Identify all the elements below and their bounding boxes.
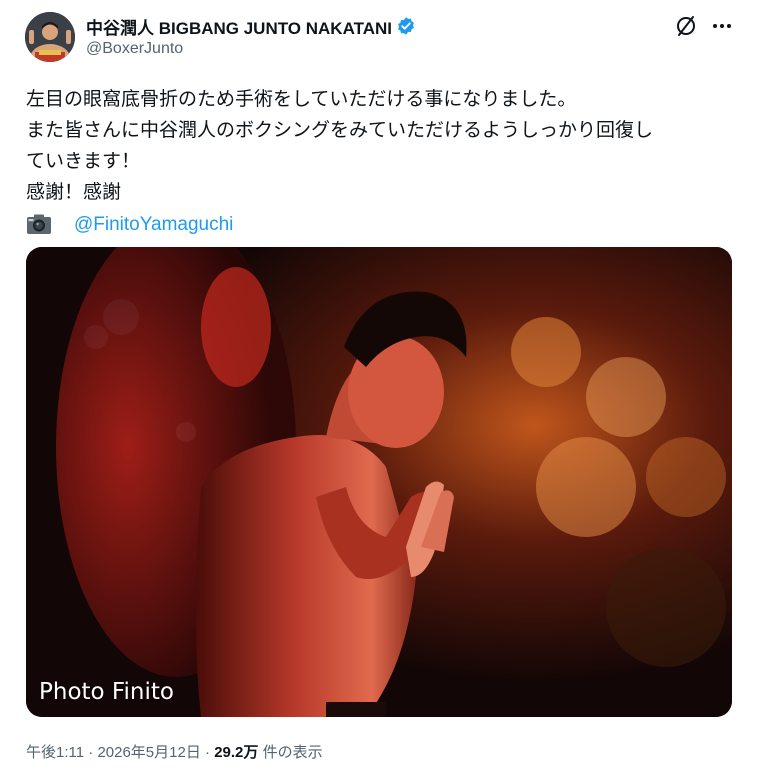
mention-link[interactable]: @FinitoYamaguchi	[74, 209, 233, 240]
tweet-line: 左目の眼窩底骨折のため手術をしていただける事になりました。	[26, 89, 577, 110]
author-name-row[interactable]: 中谷潤人 BIGBANG JUNTO NAKATANI	[86, 14, 416, 38]
author-display-name[interactable]: 中谷潤人 BIGBANG JUNTO NAKATANI	[86, 14, 392, 39]
views-label: 件の表示	[262, 744, 323, 761]
more-options-icon[interactable]	[710, 14, 734, 38]
tweet-line: 感謝！感謝	[26, 182, 122, 203]
verified-badge-icon	[396, 16, 416, 36]
tweet-line: また皆さんに中谷潤人のボクシングをみていただけるようしっかり回復し	[26, 120, 654, 141]
author-handle[interactable]: @BoxerJunto	[86, 40, 183, 58]
grok-icon[interactable]	[674, 14, 698, 38]
tweet-date[interactable]: 2026年5月12日	[97, 744, 200, 761]
tweet-photo[interactable]: Photo Finito	[26, 247, 732, 717]
tweet-time[interactable]: 午後1:11	[26, 744, 84, 761]
views-count[interactable]: 29.2万	[214, 744, 258, 761]
avatar[interactable]	[25, 12, 75, 62]
photo-credit-line: @FinitoYamaguchi	[26, 208, 736, 240]
tweet-metadata: 午後1:11 · 2026年5月12日 · 29.2万 件の表示	[26, 741, 323, 762]
tweet-text: 左目の眼窩底骨折のため手術をしていただける事になりました。 また皆さんに中谷潤人…	[26, 84, 736, 240]
tweet-card: 中谷潤人 BIGBANG JUNTO NAKATANI @BoxerJunto …	[0, 0, 762, 776]
photo-watermark: Photo Finito	[39, 679, 174, 705]
tweet-line: ていきます！	[26, 151, 141, 172]
camera-icon	[26, 213, 52, 235]
meta-separator: ·	[88, 744, 94, 761]
meta-separator: ·	[205, 744, 211, 761]
